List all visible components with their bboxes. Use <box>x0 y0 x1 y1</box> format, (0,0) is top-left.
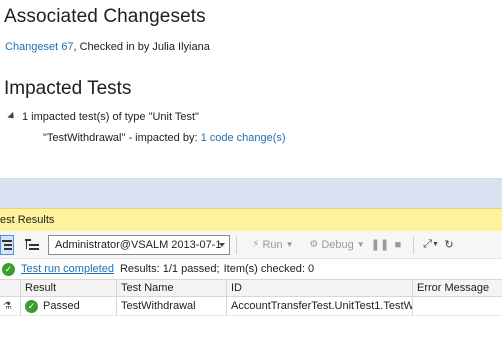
impacted-tests-group[interactable]: 1 impacted test(s) of type "Unit Test" <box>7 111 199 123</box>
code-changes-link[interactable]: 1 code change(s) <box>201 132 286 144</box>
id-cell: AccountTransferTest.UnitTest1.TestW <box>226 297 412 315</box>
debug-button[interactable]: ⚙ Debug ▼ <box>303 235 371 255</box>
test-results-title: est Results <box>0 214 55 226</box>
stop-icon[interactable]: ■ <box>389 235 407 255</box>
impacted-test-label: "TestWithdrawal" - impacted by: <box>43 132 198 144</box>
test-results-panel: est Results Administrator@VSALM 2013-07-… <box>0 208 502 359</box>
collapse-triangle-icon[interactable] <box>7 111 17 122</box>
refresh-icon[interactable]: ↻ <box>442 235 456 255</box>
dropdown-arrow-icon[interactable] <box>219 242 225 247</box>
impacted-test-item: "TestWithdrawal" - impacted by: 1 code c… <box>43 132 286 144</box>
passed-icon: ✓ <box>25 299 38 313</box>
row-checkbox-cell[interactable]: ⚗ <box>0 297 20 315</box>
column-header-id[interactable]: ID <box>226 280 412 296</box>
results-summary: Results: 1/1 passed; <box>119 263 220 275</box>
test-name-cell: TestWithdrawal <box>116 297 226 315</box>
run-icon: ⚡ <box>252 239 260 250</box>
column-header-error-message[interactable]: Error Message <box>412 280 502 296</box>
column-header-result[interactable]: Result <box>20 280 116 296</box>
tree-view-icon[interactable] <box>22 235 42 255</box>
unit-test-icon: ⚗ <box>3 300 12 312</box>
column-header-test-name[interactable]: Test Name <box>116 280 226 296</box>
test-run-status: ✓ Test run completed Results: 1/1 passed… <box>0 260 502 278</box>
changeset-checkin-text: , Checked in by Julia Ilyiana <box>73 41 210 53</box>
result-cell: ✓ Passed <box>20 297 116 315</box>
test-results-toolbar: Administrator@VSALM 2013-07-1 ⚡ Run ▼ ⚙ … <box>0 231 502 259</box>
test-run-selector[interactable]: Administrator@VSALM 2013-07-1 <box>48 234 230 255</box>
toolbar-separator <box>236 235 237 254</box>
passed-check-icon: ✓ <box>2 262 15 276</box>
pause-icon[interactable]: ❚❚ <box>371 235 389 255</box>
items-checked: Item(s) checked: 0 <box>223 263 315 275</box>
run-button[interactable]: ⚡ Run ▼ <box>243 235 303 255</box>
result-value: Passed <box>43 300 80 312</box>
test-run-selector-value: Administrator@VSALM 2013-07-1 <box>55 238 222 251</box>
test-run-completed-link[interactable]: Test run completed <box>21 263 114 275</box>
window-separator-band <box>0 178 502 208</box>
group-by-icon[interactable] <box>0 234 14 255</box>
debug-icon: ⚙ <box>309 239 319 250</box>
attach-debugger-glyph: ⤢ <box>423 238 432 250</box>
changeset-link[interactable]: Changeset 67 <box>5 41 74 53</box>
impacted-tests-heading: Impacted Tests <box>4 78 132 99</box>
attach-dropdown-icon: ▼ <box>431 241 439 248</box>
results-grid-header: Result Test Name ID Error Message <box>0 279 502 297</box>
debug-label: Debug <box>321 238 354 251</box>
toolbar-separator <box>413 235 414 254</box>
associated-changesets-heading: Associated Changesets <box>4 6 206 27</box>
attach-debugger-icon[interactable]: ⤢ ▼ <box>420 235 442 255</box>
changeset-details-page: Associated Changesets Changeset 67, Chec… <box>0 0 502 178</box>
debug-dropdown-icon: ▼ <box>356 240 365 249</box>
error-message-cell <box>412 297 502 315</box>
run-label: Run <box>262 238 283 251</box>
run-dropdown-icon: ▼ <box>285 240 294 249</box>
changeset-info-line: Changeset 67, Checked in by Julia Ilyian… <box>5 41 210 53</box>
test-results-title-bar: est Results <box>0 208 502 231</box>
table-row[interactable]: ⚗ ✓ Passed TestWithdrawal AccountTransfe… <box>0 297 502 316</box>
impacted-tests-summary: 1 impacted test(s) of type "Unit Test" <box>22 111 199 123</box>
